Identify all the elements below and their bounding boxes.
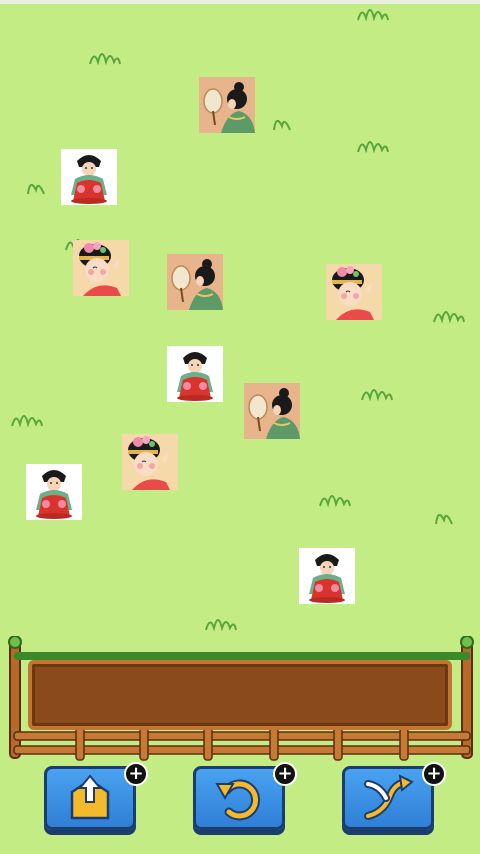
grass-tuft bbox=[435, 513, 453, 525]
shuffle-icon bbox=[364, 774, 414, 820]
grass-tuft bbox=[361, 389, 393, 402]
grass-tuft bbox=[357, 9, 389, 22]
grass-tuft bbox=[11, 415, 43, 428]
collection-slot bbox=[28, 660, 452, 730]
grass-tuft bbox=[273, 119, 291, 131]
undo-add-badge[interactable]: + bbox=[273, 762, 297, 786]
fan-lady-tile[interactable] bbox=[199, 77, 255, 133]
shuffle-add-badge[interactable]: + bbox=[422, 762, 446, 786]
flower-lady-tile[interactable] bbox=[326, 264, 382, 320]
white-lady-tile[interactable] bbox=[61, 149, 117, 205]
pop-out-icon bbox=[70, 774, 110, 820]
pop-out-add-badge[interactable]: + bbox=[124, 762, 148, 786]
grass-tuft bbox=[433, 311, 465, 324]
collection-slot-fence bbox=[8, 636, 476, 766]
grass-tuft bbox=[27, 183, 45, 195]
grass-tuft bbox=[89, 53, 121, 66]
grass-tuft bbox=[357, 141, 389, 154]
shuffle-button[interactable]: + bbox=[342, 762, 446, 836]
status-bar bbox=[0, 0, 480, 4]
white-lady-tile[interactable] bbox=[26, 464, 82, 520]
pop-out-button[interactable]: + bbox=[44, 762, 148, 836]
white-lady-tile[interactable] bbox=[167, 346, 223, 402]
undo-icon bbox=[215, 779, 261, 821]
white-lady-tile[interactable] bbox=[299, 548, 355, 604]
flower-lady-tile[interactable] bbox=[73, 240, 129, 296]
fan-lady-tile[interactable] bbox=[167, 254, 223, 310]
grass-tuft bbox=[205, 619, 237, 632]
fan-lady-tile[interactable] bbox=[244, 383, 300, 439]
undo-button[interactable]: + bbox=[193, 762, 297, 836]
flower-lady-tile[interactable] bbox=[122, 434, 178, 490]
grass-tuft bbox=[319, 495, 351, 508]
